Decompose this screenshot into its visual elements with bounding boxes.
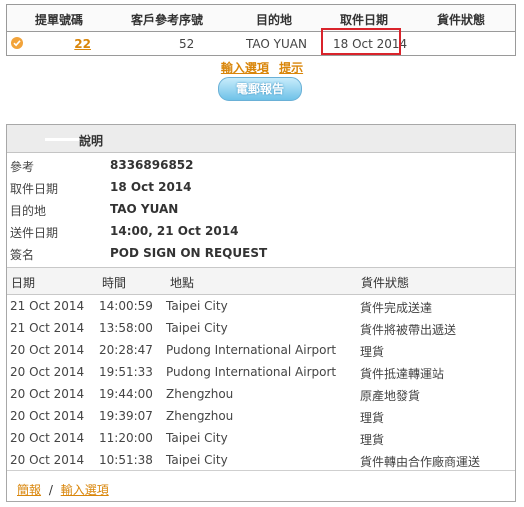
event-location: Taipei City [166,321,228,335]
event-date: 20 Oct 2014 [10,409,85,423]
event-status: 原產地發貨 [360,389,421,403]
event-date: 20 Oct 2014 [10,343,85,357]
event-date: 20 Oct 2014 [10,453,85,467]
event-time: 10:51:38 [99,453,153,467]
info-label-pickup-date: 取件日期 [10,182,59,196]
destination-value: TAO YUAN [246,37,307,51]
events-header-status: 貨件狀態 [361,276,410,290]
event-location: Pudong International Airport [166,343,337,357]
event-time: 20:28:47 [99,343,153,357]
event-status: 理貨 [360,411,385,425]
input-options-link[interactable]: 輸入選項 [221,61,269,75]
detail-panel-title: 說明 [79,134,104,148]
info-label-delivery-date: 送件日期 [10,226,59,240]
event-status: 貨件完成送達 [360,301,433,315]
info-value-pickup-date: 18 Oct 2014 [110,180,192,194]
footer-divider [7,470,515,471]
event-location: Pudong International Airport [166,365,337,379]
events-header-row: 日期 時間 地點 貨件狀態 [7,267,515,295]
redacted-area [45,138,79,141]
summary-link[interactable]: 簡報 [17,483,41,497]
events-header-time: 時間 [102,276,127,290]
info-value-signature: POD SIGN ON REQUEST [110,246,268,260]
customer-reference-value: 52 [179,37,195,51]
footer-separator: / [48,483,53,497]
event-location: Taipei City [166,431,228,445]
tracking-number-link[interactable]: 22 [29,37,91,51]
info-value-destination: TAO YUAN [110,202,179,216]
event-time: 11:20:00 [99,431,153,445]
events-header-date: 日期 [11,276,36,290]
event-status: 理貨 [360,345,385,359]
info-label-reference: 參考 [10,160,35,174]
header-destination: 目的地 [256,13,293,27]
info-value-delivery-date: 14:00, 21 Oct 2014 [110,224,239,238]
event-status: 貨件將被帶出遞送 [360,323,457,337]
shipment-detail-panel: 說明 參考 8336896852 取件日期 18 Oct 2014 目的地 TA… [6,124,516,502]
event-date: 20 Oct 2014 [10,387,85,401]
header-shipment-status: 貨件狀態 [437,13,486,27]
event-location: Taipei City [166,453,228,467]
event-status: 貨件抵達轉運站 [360,367,445,381]
events-header-location: 地點 [170,276,195,290]
summary-header-row: 提單號碼 客戶參考序號 目的地 取件日期 貨件狀態 [7,5,515,32]
header-customer-reference: 客戶參考序號 [131,13,204,27]
event-date: 21 Oct 2014 [10,299,85,313]
event-date: 20 Oct 2014 [10,431,85,445]
check-circle-icon [11,37,23,49]
summary-table: 提單號碼 客戶參考序號 目的地 取件日期 貨件狀態 22 52 TAO YUAN… [6,4,516,56]
event-time: 19:44:00 [99,387,153,401]
summary-data-row[interactable]: 22 52 TAO YUAN 18 Oct 2014 [7,32,515,56]
event-location: Zhengzhou [166,409,234,423]
event-time: 19:51:33 [99,365,153,379]
info-value-reference: 8336896852 [110,158,194,172]
detail-panel-header: 說明 [7,125,515,153]
pickup-date-highlight-box [321,28,401,55]
event-status: 理貨 [360,433,385,447]
event-status: 貨件轉由合作廠商運送 [360,455,481,469]
header-pickup-date: 取件日期 [340,13,389,27]
event-time: 19:39:07 [99,409,153,423]
header-tracking-number: 提單號碼 [35,13,84,27]
tips-link[interactable]: 提示 [279,61,303,75]
info-label-signature: 簽名 [10,248,35,262]
event-date: 20 Oct 2014 [10,365,85,379]
info-label-destination: 目的地 [10,204,47,218]
event-location: Zhengzhou [166,387,234,401]
options-links: 輸入選項 提示 [0,59,524,76]
event-time: 14:00:59 [99,299,153,313]
event-time: 13:58:00 [99,321,153,335]
footer-input-options-link[interactable]: 輸入選項 [61,483,109,497]
detail-footer: 簡報 / 輸入選項 [17,481,109,498]
email-report-button[interactable]: 電郵報告 [218,77,302,101]
event-location: Taipei City [166,299,228,313]
event-date: 21 Oct 2014 [10,321,85,335]
